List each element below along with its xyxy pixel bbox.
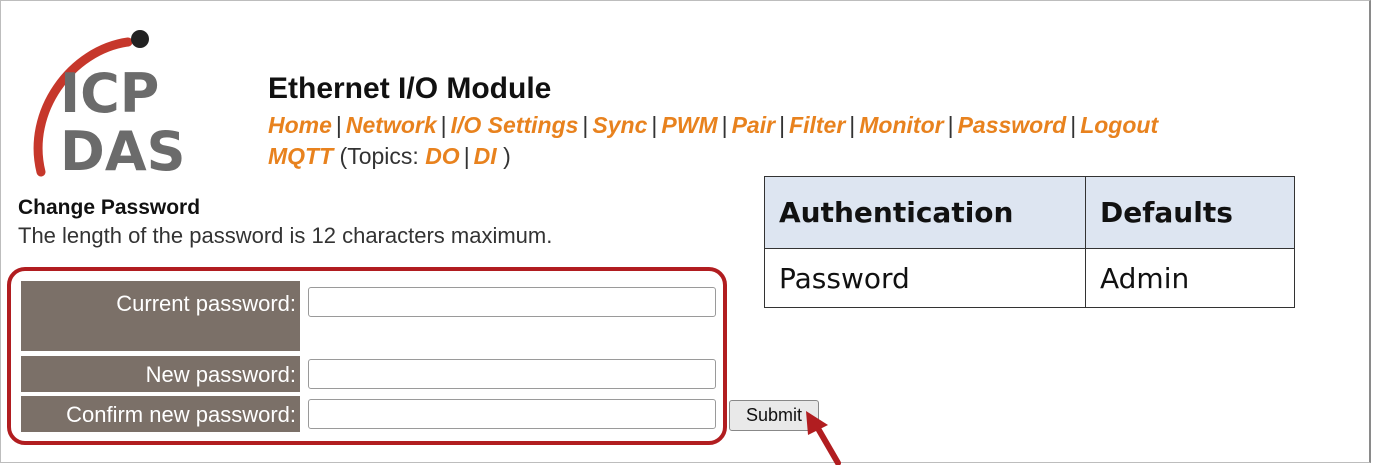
nav-separator: | bbox=[335, 112, 342, 138]
nav-link-topic-di[interactable]: DI bbox=[474, 143, 497, 169]
nav-link-logout[interactable]: Logout bbox=[1080, 112, 1158, 138]
nav-link-home[interactable]: Home bbox=[268, 112, 332, 138]
mqtt-nav: MQTT (Topics: DO | DI ) bbox=[268, 143, 511, 170]
logo-text-icp: ICP bbox=[60, 62, 159, 125]
icp-das-logo: ICP DAS bbox=[33, 30, 186, 182]
page-title: Ethernet I/O Module bbox=[268, 72, 552, 105]
new-password-label: New password: bbox=[21, 356, 300, 392]
confirm-password-input[interactable] bbox=[308, 399, 716, 429]
nav-separator: | bbox=[779, 112, 786, 138]
nav-link-sync[interactable]: Sync bbox=[592, 112, 647, 138]
nav-link-pwm[interactable]: PWM bbox=[661, 112, 717, 138]
nav-link-pair[interactable]: Pair bbox=[732, 112, 775, 138]
nav-link-io-settings[interactable]: I/O Settings bbox=[451, 112, 579, 138]
nav-link-password[interactable]: Password bbox=[958, 112, 1067, 138]
table-cell-authentication: Password bbox=[764, 248, 1086, 308]
nav-separator: | bbox=[582, 112, 589, 138]
mqtt-topics-prefix: (Topics: bbox=[339, 143, 419, 169]
current-password-label: Current password: bbox=[21, 281, 300, 351]
pointer-arrow-icon bbox=[806, 411, 841, 465]
logo-dot bbox=[131, 30, 149, 48]
logo-text-das: DAS bbox=[60, 120, 186, 182]
nav-link-network[interactable]: Network bbox=[346, 112, 437, 138]
main-nav: Home | Network | I/O Settings | Sync | PWM | Pair |… bbox=[268, 112, 1158, 139]
current-password-input[interactable] bbox=[308, 287, 716, 317]
nav-separator: | bbox=[1070, 112, 1077, 138]
table-header-defaults: Defaults bbox=[1085, 176, 1295, 249]
change-password-heading: Change Password bbox=[18, 196, 201, 219]
table-header-authentication: Authentication bbox=[764, 176, 1086, 249]
table-row: Password Admin bbox=[764, 248, 1295, 308]
change-password-description: The length of the password is 12 charact… bbox=[18, 223, 553, 248]
default-credentials-table: Authentication Defaults Password Admin bbox=[764, 176, 1295, 308]
nav-link-topic-do[interactable]: DO bbox=[425, 143, 460, 169]
nav-separator: | bbox=[947, 112, 954, 138]
nav-link-filter[interactable]: Filter bbox=[789, 112, 845, 138]
confirm-password-label: Confirm new password: bbox=[21, 396, 300, 432]
nav-separator: | bbox=[651, 112, 658, 138]
table-header-row: Authentication Defaults bbox=[764, 176, 1295, 249]
nav-link-mqtt[interactable]: MQTT bbox=[268, 143, 333, 169]
nav-separator: | bbox=[440, 112, 447, 138]
nav-separator: | bbox=[849, 112, 856, 138]
new-password-input[interactable] bbox=[308, 359, 716, 389]
mqtt-topics-suffix: ) bbox=[503, 143, 511, 169]
table-cell-default: Admin bbox=[1085, 248, 1295, 308]
nav-link-monitor[interactable]: Monitor bbox=[859, 112, 943, 138]
nav-separator: | bbox=[721, 112, 728, 138]
nav-separator: | bbox=[463, 143, 470, 169]
